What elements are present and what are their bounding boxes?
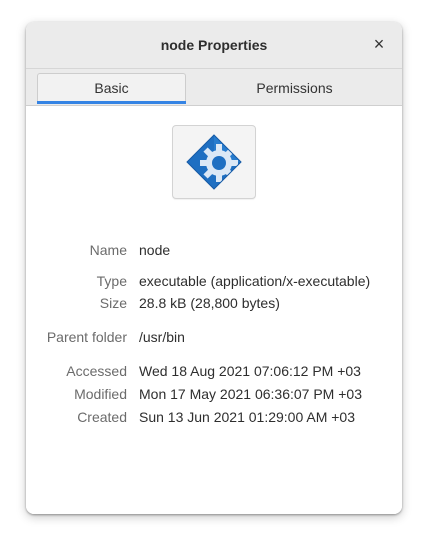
- size-label: Size: [99, 295, 127, 311]
- property-row-name: Name node: [26, 241, 402, 259]
- created-label: Created: [77, 409, 127, 425]
- dialog-title: node Properties: [160, 37, 268, 53]
- tab-permissions[interactable]: Permissions: [220, 73, 369, 102]
- property-row-size: Size 28.8 kB (28,800 bytes): [26, 294, 402, 312]
- basic-tab-content: Name node Type executable (application/x…: [26, 106, 402, 514]
- modified-label: Modified: [74, 386, 127, 402]
- property-row-accessed: Accessed Wed 18 Aug 2021 07:06:12 PM +03: [26, 362, 402, 380]
- created-value[interactable]: Sun 13 Jun 2021 01:29:00 AM +03: [139, 408, 355, 426]
- active-tab-indicator: [37, 101, 186, 104]
- modified-value[interactable]: Mon 17 May 2021 06:36:07 PM +03: [139, 385, 362, 403]
- name-value[interactable]: node: [139, 241, 170, 259]
- size-value[interactable]: 28.8 kB (28,800 bytes): [139, 294, 280, 312]
- accessed-label: Accessed: [66, 363, 127, 379]
- parent-folder-link[interactable]: /usr/bin: [139, 328, 185, 346]
- file-icon-button[interactable]: [172, 125, 256, 199]
- tab-basic[interactable]: Basic: [37, 73, 186, 104]
- type-label: Type: [96, 273, 127, 289]
- accessed-value[interactable]: Wed 18 Aug 2021 07:06:12 PM +03: [139, 362, 361, 380]
- tab-basic-label: Basic: [94, 80, 129, 96]
- properties-dialog: node Properties × Basic Permissions Name…: [26, 22, 402, 514]
- tab-bar: Basic Permissions: [26, 69, 402, 106]
- property-row-created: Created Sun 13 Jun 2021 01:29:00 AM +03: [26, 408, 402, 426]
- property-row-type: Type executable (application/x-executabl…: [26, 272, 402, 290]
- name-label: Name: [89, 242, 127, 258]
- executable-gear-diamond-icon: [186, 134, 242, 190]
- property-row-parent-folder: Parent folder /usr/bin: [26, 328, 402, 346]
- titlebar: node Properties ×: [26, 22, 402, 69]
- parent-folder-label: Parent folder: [46, 329, 127, 345]
- property-row-modified: Modified Mon 17 May 2021 06:36:07 PM +03: [26, 385, 402, 403]
- type-value[interactable]: executable (application/x-executable): [139, 272, 370, 290]
- close-icon: ×: [373, 34, 385, 54]
- tab-permissions-label: Permissions: [256, 79, 333, 96]
- close-button[interactable]: ×: [370, 35, 388, 53]
